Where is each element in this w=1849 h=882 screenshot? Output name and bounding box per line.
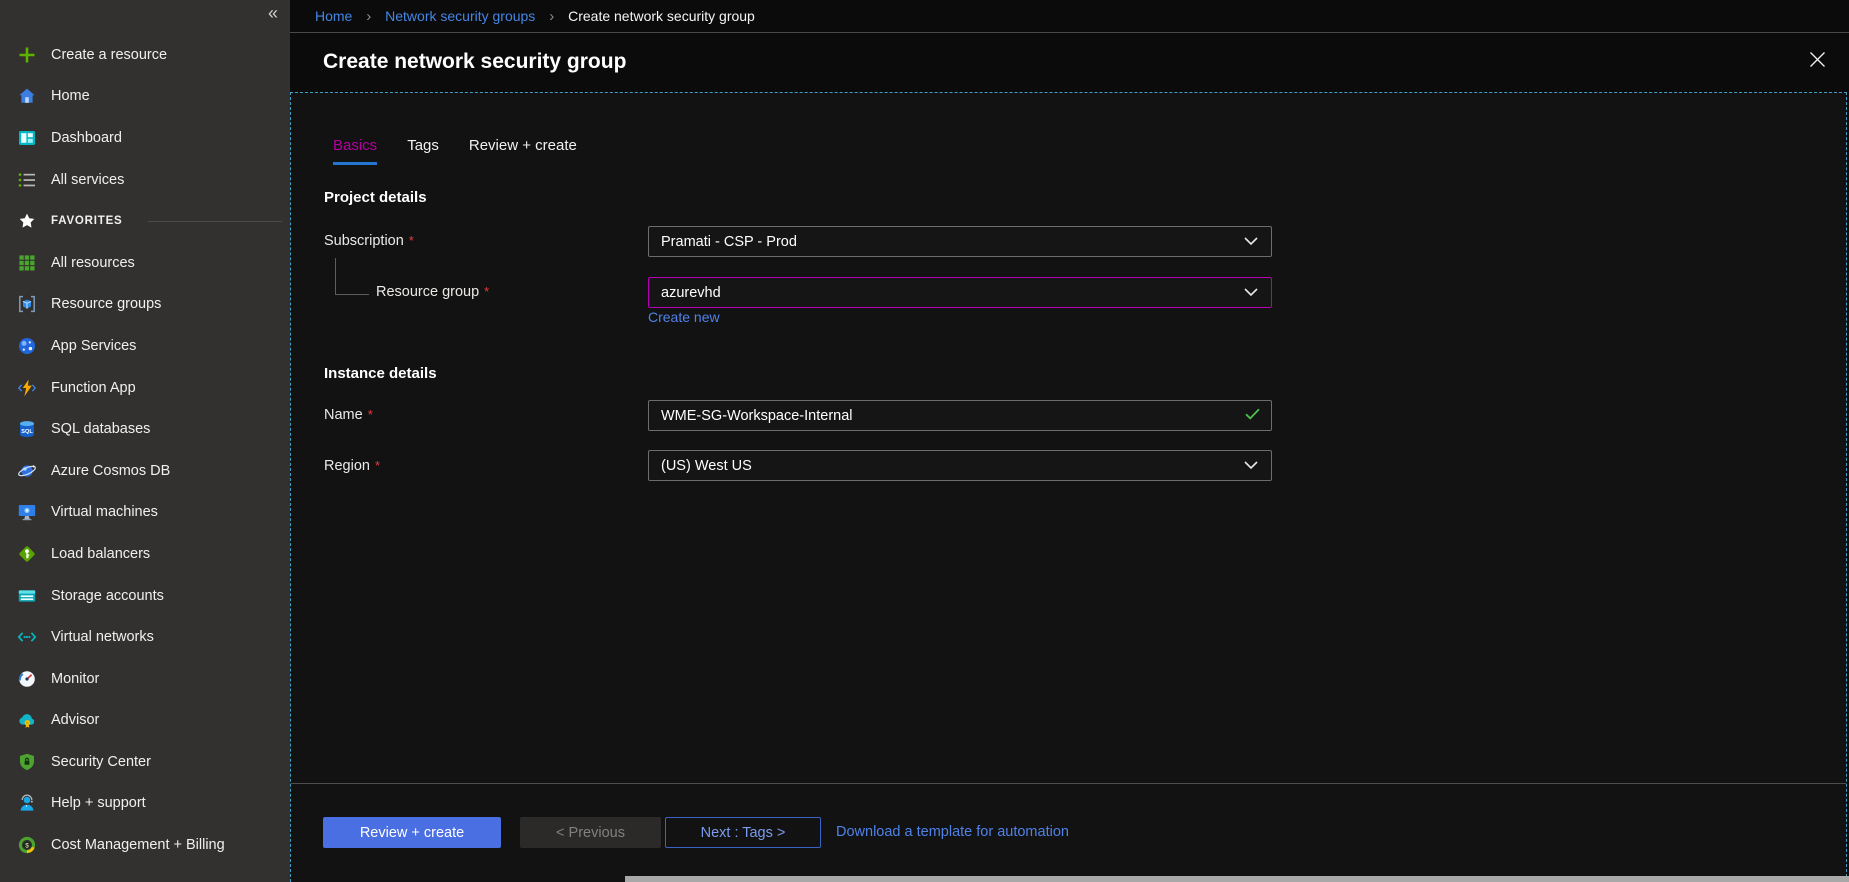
valid-check-icon	[1245, 408, 1260, 424]
breadcrumb-item-sep-1: ›	[366, 8, 371, 25]
close-icon	[1809, 51, 1826, 73]
instance-details-heading: Instance details	[324, 365, 437, 382]
star-icon	[16, 210, 38, 232]
download-template-link[interactable]: Download a template for automation	[836, 824, 1069, 840]
gauge-icon	[16, 668, 38, 690]
region-label: Region*	[324, 458, 380, 474]
svg-text:$: $	[25, 842, 29, 849]
sidebar-item-home[interactable]: Home	[0, 76, 290, 118]
sidebar-item-resource-groups[interactable]: Resource groups	[0, 284, 290, 326]
cost-icon: $	[16, 834, 38, 856]
sidebar-item-load-balancers[interactable]: Load balancers	[0, 533, 290, 575]
name-value: WME-SG-Workspace-Internal	[661, 408, 853, 424]
sidebar-item-sql-databases[interactable]: SQL SQL databases	[0, 408, 290, 450]
subscription-value: Pramati - CSP - Prod	[661, 234, 797, 250]
collapse-sidebar-button[interactable]: «	[268, 4, 278, 22]
required-asterisk: *	[368, 407, 373, 422]
indent-connector-vertical	[335, 258, 336, 295]
svg-text:SQL: SQL	[21, 429, 33, 435]
sidebar-item-virtual-networks[interactable]: Virtual networks	[0, 616, 290, 658]
sidebar-item-app-services[interactable]: App Services	[0, 325, 290, 367]
resource-group-label: Resource group*	[376, 284, 489, 300]
shield-icon	[16, 751, 38, 773]
region-select[interactable]: (US) West US	[648, 450, 1272, 481]
review-create-button[interactable]: Review + create	[323, 817, 501, 848]
horizontal-scrollbar[interactable]	[625, 876, 1849, 882]
resource-group-select[interactable]: azurevhd	[648, 277, 1272, 308]
next-tags-button[interactable]: Next : Tags >	[665, 817, 821, 848]
name-input[interactable]: WME-SG-Workspace-Internal	[648, 400, 1272, 431]
required-asterisk: *	[484, 284, 489, 299]
plus-icon	[16, 44, 38, 66]
resource-group-value: azurevhd	[661, 285, 721, 301]
planet-icon	[16, 460, 38, 482]
grid-icon	[16, 252, 38, 274]
sidebar-item-all-resources[interactable]: All resources	[0, 242, 290, 284]
tab-bar: Basics Tags Review + create	[333, 137, 577, 165]
subscription-label: Subscription*	[324, 233, 414, 249]
sidebar-item-azure-cosmos-db[interactable]: Azure Cosmos DB	[0, 450, 290, 492]
vm-icon	[16, 501, 38, 523]
indent-connector-horizontal	[335, 294, 369, 295]
dashboard-icon	[16, 127, 38, 149]
sidebar-item-favorites: FAVORITES	[0, 200, 290, 242]
sidebar: « Create a resource Home Dashboard All s…	[0, 0, 290, 882]
tab-basics[interactable]: Basics	[333, 137, 377, 165]
sidebar-item-create-a-resource[interactable]: Create a resource	[0, 34, 290, 76]
required-asterisk: *	[375, 458, 380, 473]
person-icon	[16, 792, 38, 814]
sidebar-item-function-app[interactable]: Function App	[0, 367, 290, 409]
breadcrumb: Home › Network security groups › Create …	[315, 8, 755, 25]
region-value: (US) West US	[661, 458, 752, 474]
sidebar-item-help-support[interactable]: Help + support	[0, 783, 290, 825]
chevron-down-icon	[1244, 234, 1258, 250]
sidebar-item-cost-management-billing[interactable]: $ Cost Management + Billing	[0, 824, 290, 866]
sidebar-item-monitor[interactable]: Monitor	[0, 658, 290, 700]
breadcrumb-bar: Home › Network security groups › Create …	[290, 0, 1849, 33]
chevron-down-icon	[1244, 458, 1258, 474]
advisor-icon	[16, 709, 38, 731]
breadcrumb-item-sep-2: ›	[549, 8, 554, 25]
content-panel: Basics Tags Review + create Project deta…	[290, 92, 1847, 882]
network-icon	[16, 626, 38, 648]
cube-icon	[16, 293, 38, 315]
double-chevron-left-icon: «	[268, 3, 278, 23]
breadcrumb-item-create-network-security-group: Create network security group	[568, 8, 755, 24]
subscription-select[interactable]: Pramati - CSP - Prod	[648, 226, 1272, 257]
required-asterisk: *	[409, 233, 414, 248]
close-button[interactable]	[1803, 48, 1831, 76]
footer-divider	[291, 783, 1846, 784]
chevron-down-icon	[1244, 285, 1258, 301]
lightning-icon	[16, 377, 38, 399]
sidebar-item-all-services[interactable]: All services	[0, 159, 290, 201]
project-details-heading: Project details	[324, 189, 427, 206]
name-label: Name*	[324, 407, 373, 423]
breadcrumb-item-home[interactable]: Home	[315, 8, 352, 24]
sidebar-item-dashboard[interactable]: Dashboard	[0, 117, 290, 159]
create-new-link[interactable]: Create new	[648, 309, 720, 325]
sidebar-menu: Create a resource Home Dashboard All ser…	[0, 34, 290, 866]
tab-review-create[interactable]: Review + create	[469, 137, 577, 165]
page-title: Create network security group	[323, 50, 626, 74]
list-icon	[16, 169, 38, 191]
home-icon	[16, 85, 38, 107]
storage-icon	[16, 585, 38, 607]
globe-icon	[16, 335, 38, 357]
tab-tags[interactable]: Tags	[407, 137, 439, 165]
sql-icon: SQL	[16, 418, 38, 440]
sidebar-item-storage-accounts[interactable]: Storage accounts	[0, 575, 290, 617]
breadcrumb-item-network-security-groups[interactable]: Network security groups	[385, 8, 535, 24]
sidebar-item-advisor[interactable]: Advisor	[0, 700, 290, 742]
lb-icon	[16, 543, 38, 565]
page-header: Create network security group	[290, 33, 1849, 91]
sidebar-item-virtual-machines[interactable]: Virtual machines	[0, 492, 290, 534]
previous-button[interactable]: < Previous	[520, 817, 661, 848]
main-area: Home › Network security groups › Create …	[290, 0, 1849, 882]
sidebar-item-security-center[interactable]: Security Center	[0, 741, 290, 783]
